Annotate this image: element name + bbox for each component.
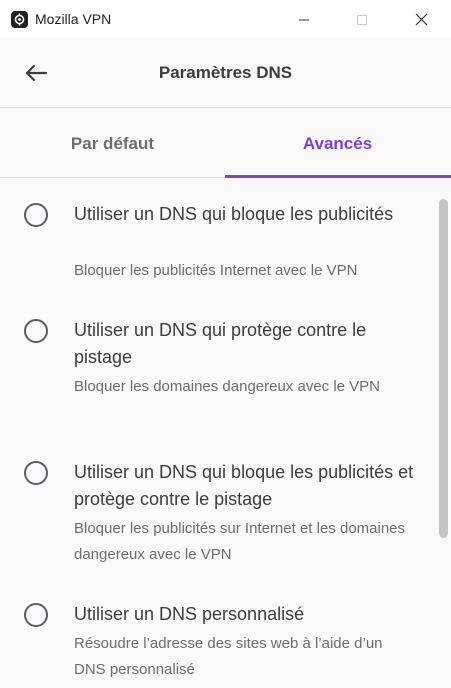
radio-block-trackers[interactable]	[24, 319, 48, 343]
tab-default[interactable]: Par défaut	[0, 109, 225, 178]
page-title: Paramètres DNS	[158, 63, 293, 82]
active-tab-indicator	[225, 175, 451, 178]
option-description: Bloquer les publicités Internet avec le …	[74, 262, 358, 279]
window-title: Mozilla VPN	[35, 11, 112, 27]
option-block-trackers[interactable]: Utiliser un DNS qui protège contre le pi…	[0, 309, 430, 449]
option-title: Utiliser un DNS personnalisé	[74, 604, 305, 624]
option-description: Bloquer les publicités sur Internet et l…	[74, 520, 406, 563]
tab-bar: Par défaut Avancés	[0, 109, 451, 178]
option-title: Utiliser un DNS qui bloque les publicité…	[74, 204, 394, 224]
option-block-ads[interactable]: Utiliser un DNS qui bloque les publicité…	[0, 179, 430, 309]
option-title: Utiliser un DNS qui bloque les publicité…	[74, 462, 414, 509]
radio-block-ads-and-trackers[interactable]	[24, 461, 48, 485]
radio-custom-dns[interactable]	[24, 603, 48, 627]
maximize-icon	[357, 14, 367, 25]
minimize-icon	[299, 19, 309, 20]
radio-block-ads[interactable]	[24, 203, 48, 227]
tab-advanced[interactable]: Avancés	[225, 109, 450, 178]
mozilla-vpn-icon	[11, 11, 28, 28]
option-description: Bloquer les domaines dangereux avec le V…	[74, 378, 381, 395]
dns-options-list: Utiliser un DNS qui bloque les publicité…	[0, 179, 451, 688]
option-title: Utiliser un DNS qui protège contre le pi…	[74, 320, 367, 367]
title-bar: Mozilla VPN	[0, 0, 451, 39]
option-custom-dns[interactable]: Utiliser un DNS personnalisé Résoudre l’…	[0, 593, 430, 688]
app-window: Mozilla VPN Paramètres DNS Par défaut Av…	[0, 0, 451, 688]
close-button[interactable]	[392, 0, 450, 39]
option-block-ads-and-trackers[interactable]: Utiliser un DNS qui bloque les publicité…	[0, 451, 430, 593]
scrollbar-thumb[interactable]	[439, 199, 448, 538]
option-description: Résoudre l’adresse des sites web à l’aid…	[74, 635, 383, 678]
close-icon	[415, 13, 427, 26]
minimize-button[interactable]	[275, 0, 333, 39]
maximize-button[interactable]	[333, 0, 391, 39]
page-header: Paramètres DNS	[0, 39, 451, 108]
